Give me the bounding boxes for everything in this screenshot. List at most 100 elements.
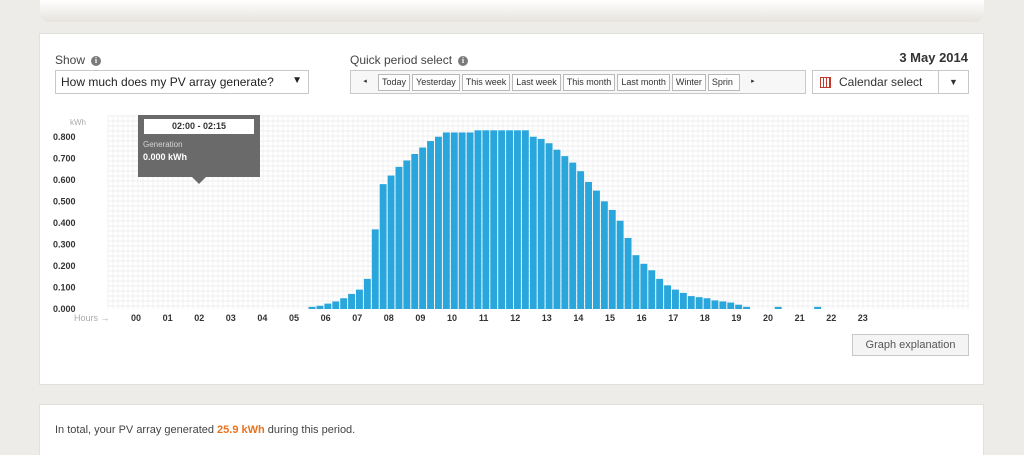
generation-bar [395, 166, 403, 309]
tooltip-time: 02:00 - 02:15 [144, 119, 254, 134]
generation-bar [427, 141, 434, 309]
generation-bar [356, 289, 363, 309]
generation-bar [561, 156, 569, 309]
generation-bar [672, 289, 679, 309]
generation-bar [529, 136, 537, 309]
generation-bar [435, 136, 442, 309]
generation-bar [743, 306, 750, 309]
generation-bar [600, 201, 608, 309]
generation-bar [506, 130, 513, 309]
generation-bar [450, 132, 458, 309]
x-tick-label: 16 [637, 313, 647, 323]
generation-bar [711, 300, 719, 309]
x-tick-label: 10 [447, 313, 457, 323]
x-tick-label: 04 [257, 313, 267, 323]
generation-bar [316, 305, 324, 309]
y-tick-label: 0.600 [53, 175, 76, 185]
generation-bar [664, 285, 671, 309]
x-tick-label: 09 [415, 313, 425, 323]
generation-bar [577, 171, 585, 309]
x-axis-label: Hours → [74, 313, 110, 323]
generation-bar [332, 301, 340, 309]
x-tick-label: 19 [731, 313, 741, 323]
generation-bar [593, 190, 600, 309]
x-tick-label: 11 [479, 313, 489, 323]
total-summary: In total, your PV array generated 25.9 k… [55, 424, 355, 436]
graph-explanation-button[interactable]: Graph explanation [852, 334, 969, 356]
total-value: 25.9 kWh [217, 424, 265, 436]
generation-bar [545, 143, 553, 309]
generation-bar [411, 153, 419, 309]
generation-bar [498, 130, 506, 309]
generation-bar [324, 303, 332, 309]
generation-bar [719, 301, 727, 309]
generation-bar [442, 132, 450, 309]
generation-bar [569, 162, 577, 309]
generation-bar [537, 138, 545, 309]
generation-bar [521, 130, 529, 309]
total-panel: In total, your PV array generated 25.9 k… [39, 404, 984, 455]
generation-bar [403, 160, 411, 309]
x-tick-label: 01 [163, 313, 173, 323]
x-tick-label: 23 [858, 313, 868, 323]
generation-bar [648, 270, 656, 309]
generation-bar [466, 132, 474, 309]
x-tick-label: 13 [542, 313, 552, 323]
y-tick-label: 0.100 [53, 282, 76, 292]
x-tick-label: 03 [226, 313, 236, 323]
generation-bar [608, 209, 616, 309]
top-shade [40, 0, 984, 22]
generation-bar [363, 278, 371, 309]
generation-bar [703, 298, 711, 309]
generation-bar [474, 130, 482, 309]
graph-panel: Show i Quick period select i 3 May 2014 Ho… [39, 33, 984, 385]
generation-bar [371, 229, 379, 309]
tooltip-series: Generation [143, 140, 183, 149]
x-tick-label: 20 [763, 313, 773, 323]
y-axis-label: kWh [70, 118, 86, 127]
generation-bar [514, 130, 521, 309]
generation-bar [632, 255, 640, 309]
y-tick-label: 0.300 [53, 239, 76, 249]
x-tick-label: 18 [700, 313, 710, 323]
generation-bar [387, 175, 395, 309]
total-prefix: In total, your PV array generated [55, 424, 218, 436]
generation-bar [695, 297, 703, 309]
generation-bar [679, 292, 687, 309]
generation-bar [348, 293, 355, 309]
generation-bar [482, 130, 490, 309]
y-tick-label: 0.800 [53, 132, 76, 142]
y-tick-label: 0.000 [53, 304, 76, 314]
total-suffix: during this period. [264, 424, 356, 436]
y-tick-label: 0.700 [53, 153, 76, 163]
x-tick-label: 15 [605, 313, 615, 323]
x-tick-label: 07 [352, 313, 362, 323]
y-tick-label: 0.500 [53, 196, 76, 206]
x-tick-label: 17 [668, 313, 678, 323]
generation-bar [616, 220, 624, 309]
x-tick-label: 06 [321, 313, 331, 323]
x-tick-label: 05 [289, 313, 299, 323]
x-tick-label: 21 [795, 313, 805, 323]
generation-bar [727, 302, 735, 309]
generation-chart: 0.000 0.100 0.200 0.300 0.400 0.500 0.600 0.700… [53, 115, 969, 323]
generation-bar [458, 132, 466, 309]
generation-bar [553, 149, 561, 309]
y-tick-label: 0.200 [53, 261, 76, 271]
generation-bar [774, 306, 782, 309]
y-tick-label: 0.400 [53, 218, 76, 228]
x-tick-label: 14 [573, 313, 583, 323]
chart-tooltip: 02:00 - 02:15 Generation 0.000 kWh [138, 115, 260, 184]
tooltip-pointer [192, 177, 206, 184]
generation-bar [585, 181, 592, 309]
generation-bar [379, 184, 387, 309]
generation-bar [624, 237, 632, 309]
x-tick-label: 02 [194, 313, 204, 323]
generation-bar [308, 306, 316, 309]
generation-bar [656, 278, 664, 309]
generation-bar [340, 298, 348, 309]
x-tick-label: 08 [384, 313, 394, 323]
x-tick-label: 00 [131, 313, 141, 323]
x-tick-label: 12 [510, 313, 520, 323]
generation-bar [490, 130, 498, 309]
